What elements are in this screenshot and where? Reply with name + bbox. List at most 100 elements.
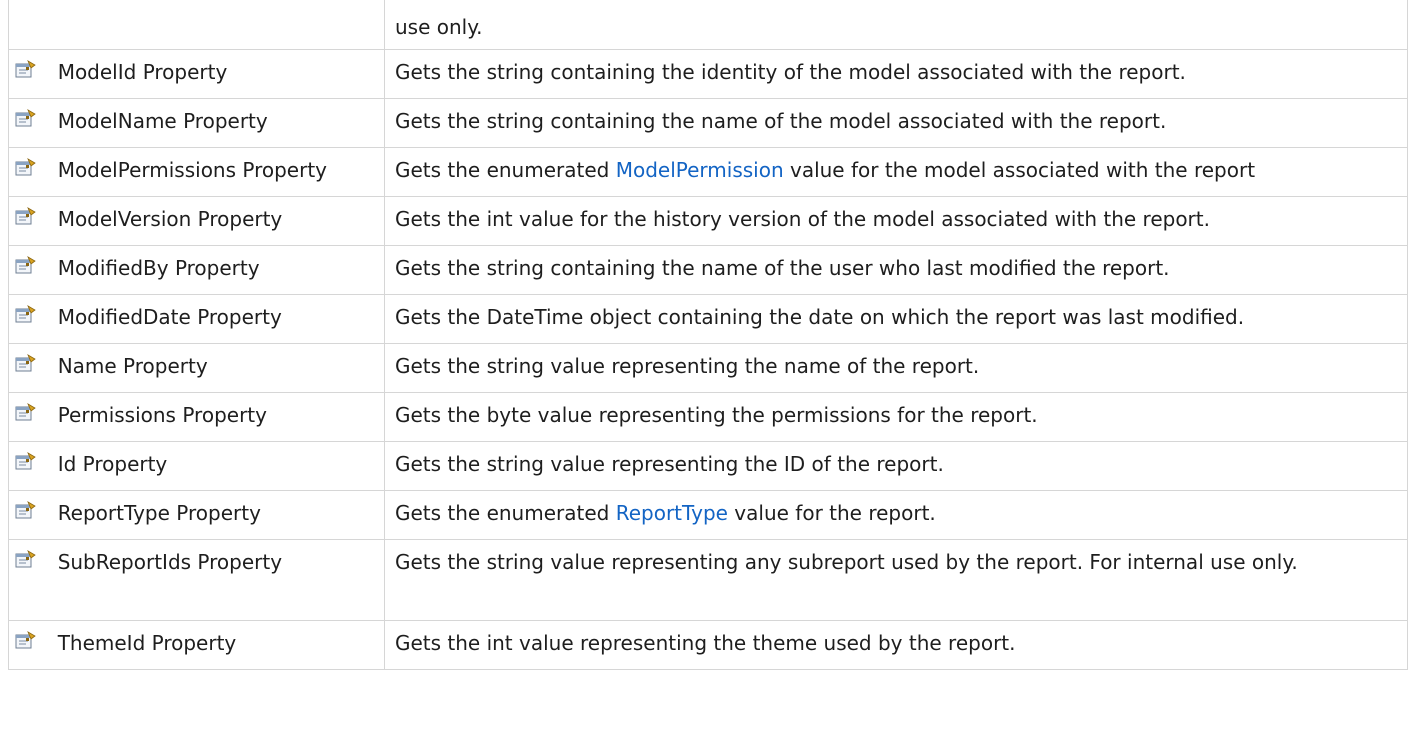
type-link[interactable]: ModelPermission [616, 158, 784, 182]
member-name: ModelPermissions Property [57, 158, 328, 182]
table-row-2: ModelPermissions Property Gets the enume… [7, 147, 1409, 197]
member-name: SubReportIds Property [57, 550, 283, 574]
property-icon [15, 256, 36, 274]
member-name-cell: ReportType Property [45, 490, 385, 540]
table-row-9: ReportType Property Gets the enumerated … [7, 490, 1409, 540]
property-icon [15, 158, 36, 176]
member-name: ModifiedDate Property [57, 305, 282, 329]
description-text-before: Gets the string value representing any s… [394, 550, 1298, 574]
member-name-cell: ModelName Property [45, 98, 385, 148]
member-description: Gets the enumerated ReportType value for… [395, 491, 1397, 535]
property-icon [15, 501, 36, 519]
member-name: ModelVersion Property [57, 207, 283, 231]
icon-cell [7, 392, 46, 442]
icon-cell [7, 196, 46, 246]
member-name-cell: Permissions Property [45, 392, 385, 442]
description-text-before: Gets the string value representing the n… [394, 354, 980, 378]
description-text-before: Gets the enumerated [394, 158, 616, 182]
member-name: ModifiedBy Property [57, 256, 260, 280]
icon-cell [7, 0, 46, 50]
table-row-1: ModelName Property Gets the string conta… [7, 98, 1409, 148]
type-link[interactable]: ReportType [616, 501, 728, 525]
description-text: use only. [394, 15, 483, 39]
member-description: Gets the int value representing the them… [395, 621, 1397, 665]
property-icon [15, 109, 36, 127]
description-cell: Gets the string value representing any s… [383, 539, 1409, 621]
member-name-cell: ModelVersion Property [45, 196, 385, 246]
member-name-cell: ModifiedBy Property [45, 245, 385, 295]
table-row-7: Permissions Property Gets the byte value… [7, 392, 1409, 442]
member-name: ModelName Property [57, 109, 268, 133]
table-row-continuation: use only. [7, 0, 1409, 50]
description-cell: Gets the byte value representing the per… [383, 392, 1409, 442]
description-cell: Gets the string containing the name of t… [383, 98, 1409, 148]
description-text-after: value for the model associated with the … [783, 158, 1256, 182]
table-row-4: ModifiedBy Property Gets the string cont… [7, 245, 1409, 295]
description-text-before: Gets the string containing the name of t… [394, 256, 1170, 280]
member-name: ReportType Property [57, 501, 261, 525]
description-text-before: Gets the enumerated [394, 501, 616, 525]
description-cell: Gets the DateTime object containing the … [383, 294, 1409, 344]
members-table: use only. ModelId Property Gets the stri… [7, 0, 1409, 670]
property-icon [15, 354, 36, 372]
table-row-8: Id Property Gets the string value repres… [7, 441, 1409, 491]
table-row-6: Name Property Gets the string value repr… [7, 343, 1409, 393]
description-text-before: Gets the int value representing the them… [394, 631, 1016, 655]
description-cell: Gets the enumerated ModelPermission valu… [383, 147, 1409, 197]
icon-cell [7, 49, 46, 99]
member-name-cell: ThemeId Property [45, 620, 385, 670]
member-name: Id Property [57, 452, 168, 476]
description-text-before: Gets the DateTime object containing the … [394, 305, 1245, 329]
member-name: ModelId Property [57, 60, 228, 84]
table-row-0: ModelId Property Gets the string contain… [7, 49, 1409, 99]
icon-cell [7, 441, 46, 491]
icon-cell [7, 490, 46, 540]
description-cell: Gets the string containing the identity … [383, 49, 1409, 99]
description-cell: Gets the enumerated ReportType value for… [383, 490, 1409, 540]
property-icon [15, 60, 36, 78]
member-description: Gets the byte value representing the per… [395, 393, 1397, 437]
member-name: Name Property [57, 354, 208, 378]
member-description: Gets the DateTime object containing the … [395, 295, 1397, 339]
table-row-11: ThemeId Property Gets the int value repr… [7, 620, 1409, 670]
member-name-cell: Name Property [45, 343, 385, 393]
member-description: Gets the string value representing the I… [395, 442, 1397, 486]
member-description: Gets the string value representing the n… [395, 344, 1397, 388]
table-row-3: ModelVersion Property Gets the int value… [7, 196, 1409, 246]
description-text-before: Gets the string containing the identity … [394, 60, 1186, 84]
property-icon [15, 207, 36, 225]
member-description: Gets the string value representing any s… [395, 540, 1397, 584]
member-description: Gets the int value for the history versi… [395, 197, 1397, 241]
member-name: ThemeId Property [57, 631, 237, 655]
property-icon [15, 305, 36, 323]
description-text-before: Gets the int value for the history versi… [394, 207, 1210, 231]
table-row-5: ModifiedDate Property Gets the DateTime … [7, 294, 1409, 344]
description-cell: use only. [383, 0, 1409, 50]
member-name-cell: ModelPermissions Property [45, 147, 385, 197]
table-row-10: SubReportIds Property Gets the string va… [7, 539, 1409, 621]
description-cell: Gets the int value representing the them… [383, 620, 1409, 670]
description-cell: Gets the string containing the name of t… [383, 245, 1409, 295]
description-text-before: Gets the string value representing the I… [394, 452, 944, 476]
icon-cell [7, 147, 46, 197]
member-description: Gets the string containing the name of t… [395, 99, 1397, 143]
icon-cell [7, 539, 46, 621]
description-text-after: value for the report. [727, 501, 936, 525]
icon-cell [7, 98, 46, 148]
description-cell: Gets the int value for the history versi… [383, 196, 1409, 246]
member-name-cell: Id Property [45, 441, 385, 491]
member-description: Gets the string containing the name of t… [395, 246, 1397, 290]
member-name: Permissions Property [57, 403, 267, 427]
member-name-cell: ModifiedDate Property [45, 294, 385, 344]
property-icon [15, 452, 36, 470]
icon-cell [7, 343, 46, 393]
member-name-cell: SubReportIds Property [45, 539, 385, 621]
description-cell: Gets the string value representing the I… [383, 441, 1409, 491]
description-cell: Gets the string value representing the n… [383, 343, 1409, 393]
icon-cell [7, 620, 46, 670]
property-icon [15, 550, 36, 568]
icon-cell [7, 245, 46, 295]
property-icon [15, 403, 36, 421]
property-icon [15, 631, 36, 649]
description-text-before: Gets the string containing the name of t… [394, 109, 1167, 133]
